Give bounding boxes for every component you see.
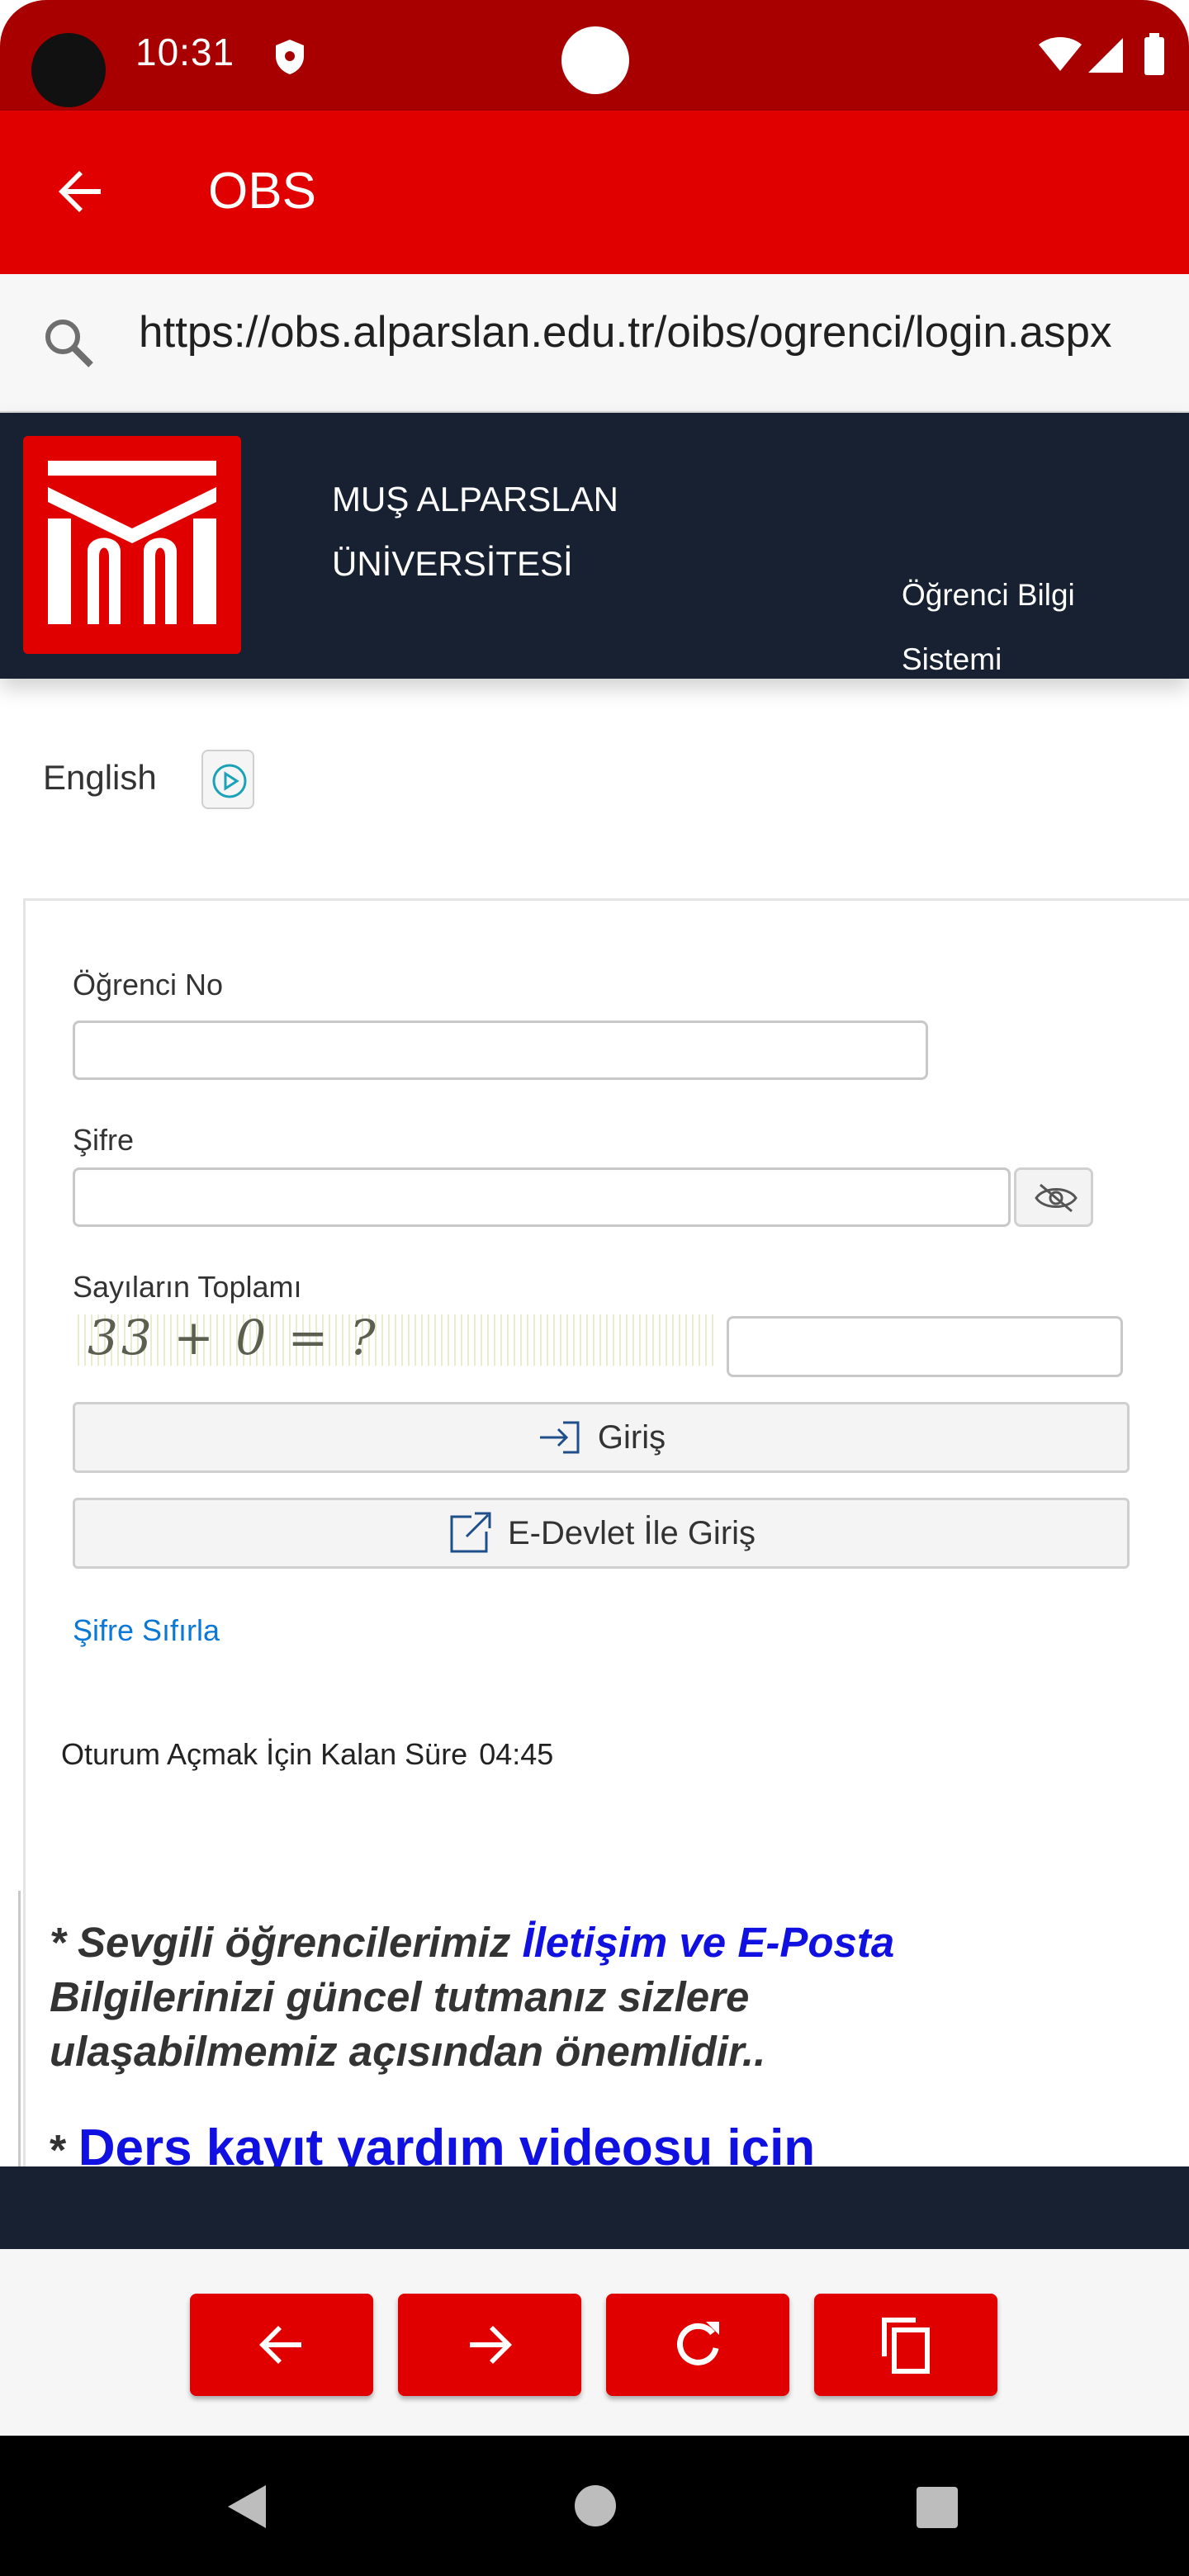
reset-password-link[interactable]: Şifre Sıfırla xyxy=(73,1613,220,1648)
sign-in-icon xyxy=(539,1421,580,1454)
arrow-right-icon xyxy=(470,2326,512,2364)
page-footer xyxy=(0,2166,1189,2249)
nav-copy-button[interactable] xyxy=(814,2294,997,2396)
toggle-password-button[interactable] xyxy=(1014,1167,1093,1227)
system-recents-icon[interactable] xyxy=(915,2485,959,2530)
reload-icon xyxy=(677,2322,719,2365)
play-icon xyxy=(212,764,247,798)
signal-icon xyxy=(1087,36,1125,74)
url-text[interactable]: https://obs.alparslan.edu.tr/oibs/ogrenc… xyxy=(139,307,1111,358)
system-home-icon[interactable] xyxy=(573,2484,618,2528)
battery-icon xyxy=(1143,33,1166,76)
login-button-label: Giriş xyxy=(597,1418,666,1456)
system-name-line1: Öğrenci Bilgi xyxy=(902,578,1075,612)
nav-reload-button[interactable] xyxy=(606,2294,789,2396)
app-title: OBS xyxy=(208,163,316,220)
language-link[interactable]: English xyxy=(43,758,157,798)
edevlet-button-label: E-Devlet İle Giriş xyxy=(507,1514,756,1551)
edevlet-login-button[interactable]: E-Devlet İle Giriş xyxy=(73,1498,1130,1569)
announcement-prefix: * Sevgili öğrencilerimiz xyxy=(50,1919,523,1966)
university-name: MUŞ ALPARSLAN ÜNİVERSİTESİ xyxy=(332,467,618,596)
password-label: Şifre xyxy=(73,1123,135,1157)
student-no-label: Öğrenci No xyxy=(73,968,224,1002)
nav-back-button[interactable] xyxy=(190,2294,373,2396)
notch-indicator xyxy=(561,26,629,94)
status-time: 10:31 xyxy=(135,31,235,73)
eye-off-icon xyxy=(1035,1183,1078,1213)
announcement-text: * Sevgili öğrencilerimiz İletişim ve E-P… xyxy=(50,1915,925,2079)
announcement-suffix: Bilgilerinizi güncel tutmanız sizlere ul… xyxy=(50,1973,766,2075)
university-name-line1: MUŞ ALPARSLAN xyxy=(332,480,619,519)
session-timer: Oturum Açmak İçin Kalan Süre 04:45 xyxy=(61,1737,553,1772)
captcha-label: Sayıların Toplamı xyxy=(73,1270,302,1304)
wifi-icon xyxy=(1037,36,1083,73)
captcha-input[interactable] xyxy=(727,1316,1123,1377)
shield-icon xyxy=(272,38,307,76)
timer-value: 04:45 xyxy=(479,1737,554,1771)
system-back-icon[interactable] xyxy=(225,2482,271,2531)
arrow-left-icon xyxy=(259,2326,301,2364)
system-name-line2: Sistemi xyxy=(902,642,1002,676)
external-link-icon xyxy=(450,1512,491,1553)
system-name: Öğrenci Bilgi Sistemi xyxy=(902,563,1075,692)
arrow-left-icon[interactable] xyxy=(54,165,107,218)
copy-icon xyxy=(882,2318,930,2374)
university-name-line2: ÜNİVERSİTESİ xyxy=(332,544,573,583)
password-input[interactable] xyxy=(73,1167,1011,1227)
timer-label: Oturum Açmak İçin Kalan Süre xyxy=(61,1737,468,1771)
announcement-highlight: İletişim ve E-Posta xyxy=(522,1919,895,1966)
play-button[interactable] xyxy=(201,750,254,809)
camera-cutout xyxy=(31,33,106,107)
content-divider xyxy=(18,1891,21,2171)
student-no-input[interactable] xyxy=(73,1020,928,1080)
app-bar xyxy=(0,111,1189,274)
captcha-image: 33 + 0 = ? xyxy=(73,1314,717,1366)
login-button[interactable]: Giriş xyxy=(73,1402,1130,1473)
search-icon xyxy=(41,315,96,370)
captcha-text: 33 + 0 = ? xyxy=(88,1314,379,1366)
nav-forward-button[interactable] xyxy=(398,2294,581,2396)
browser-nav-bar xyxy=(0,2249,1189,2436)
university-logo[interactable] xyxy=(23,436,241,654)
